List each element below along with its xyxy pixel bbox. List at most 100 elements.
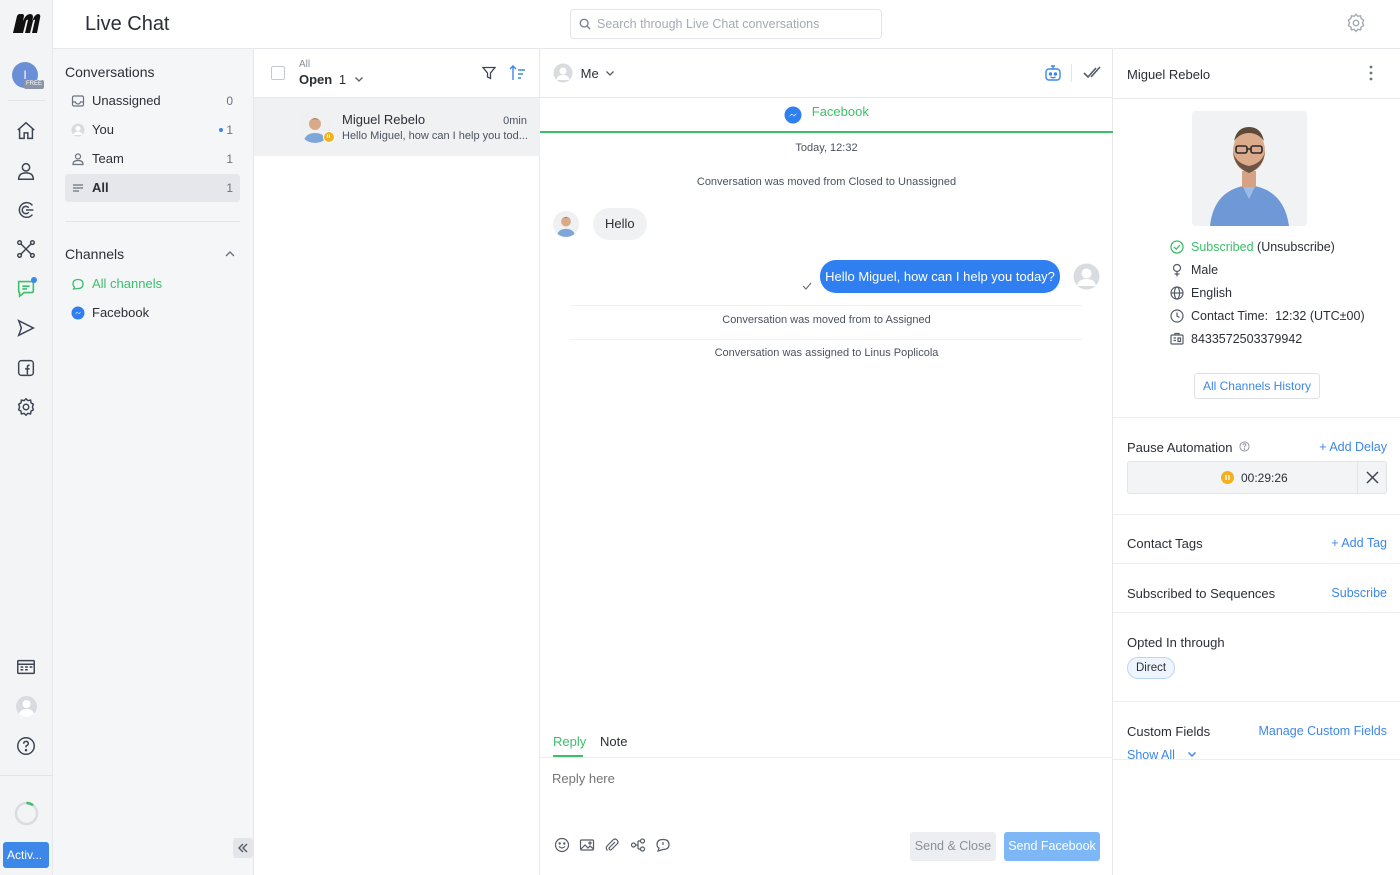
add-delay-link[interactable]: + Add Delay [1319,440,1387,454]
pause-automation-label: Pause Automation [1127,440,1250,455]
automation-icon[interactable] [15,238,37,260]
manage-custom-fields-link[interactable]: Manage Custom Fields [1258,724,1387,738]
page-title: Live Chat [85,13,170,35]
contacts-icon[interactable] [15,160,37,182]
assignee-dropdown[interactable]: Me [553,63,615,83]
opted-in-label: Opted In through [1127,635,1225,650]
send-facebook-button[interactable]: Send Facebook [1004,832,1100,861]
channels-heading: Channels [65,246,125,262]
conversation-name: Miguel Rebelo [342,112,426,127]
help-icon[interactable] [15,735,37,757]
team-icon [71,152,85,166]
messenger-icon [784,106,802,124]
channel-tab-facebook[interactable]: Facebook [540,98,1113,133]
user-avatar-icon[interactable] [16,696,37,717]
chevron-down-icon [354,74,364,84]
quick-reply-icon[interactable] [655,837,671,853]
pause-icon [1221,471,1234,484]
add-tag-link[interactable]: + Add Tag [1331,536,1387,550]
search-input[interactable] [597,10,877,38]
pause-timer-box: 00:29:26 [1127,461,1387,494]
conversation-preview: Hello Miguel, how can I help you tod... [342,130,528,142]
chat-header: Me [540,49,1113,98]
reply-textarea[interactable] [552,771,1100,821]
conversation-row[interactable]: Miguel Rebelo 0min Hello Miguel, how can… [254,98,540,156]
check-circle-icon [1170,240,1184,254]
incoming-message-bubble: Hello [593,208,647,240]
system-message: Conversation was assigned to Linus Popli… [714,347,939,359]
globe-icon [1170,286,1184,300]
nav-item-you[interactable]: You 1 [65,116,240,144]
close-conversation-check-icon[interactable] [1083,64,1103,82]
activate-button[interactable]: Activ... [3,842,49,868]
chat-bubble-icon [71,277,85,291]
contact-photo [1192,111,1307,226]
composer: Reply Note Send & Close Send Facebook [540,725,1113,875]
all-channels-history-button[interactable]: All Channels History [1194,373,1320,399]
growth-tools-icon[interactable] [15,199,37,221]
live-chat-notification-dot [31,277,37,283]
id-card-icon [1170,332,1184,346]
conversations-heading: Conversations [65,64,155,80]
info-icon [1239,441,1250,452]
filter-caption: All [299,59,311,70]
emoji-icon[interactable] [554,837,570,853]
settings-icon[interactable] [15,396,37,418]
contact-name: Miguel Rebelo [1127,67,1211,82]
templates-icon[interactable] [15,656,37,678]
status-dropdown[interactable]: Open 1 [299,72,364,90]
close-icon[interactable] [1365,470,1380,485]
filter-icon[interactable] [481,65,497,81]
date-divider: Today, 12:32 [795,142,858,154]
plan-badge: FREE [24,80,44,89]
left-rail: I FREE Activ... [0,0,53,875]
sort-icon[interactable] [509,64,526,82]
broadcast-icon[interactable] [15,317,37,339]
loading-progress-icon [14,801,39,826]
custom-fields-label: Custom Fields [1127,724,1211,739]
contact-tags-label: Contact Tags [1127,536,1203,551]
system-message: Conversation was moved from Closed to Un… [696,176,957,188]
user-avatar-icon [1073,263,1100,290]
chevron-down-icon [605,68,615,78]
bot-icon[interactable] [1043,63,1063,83]
conversation-time: 0min [503,115,527,127]
subscribe-link[interactable]: Subscribe [1331,586,1387,600]
gear-icon[interactable] [1345,12,1367,34]
tab-note[interactable]: Note [600,734,627,749]
send-close-button[interactable]: Send & Close [910,832,996,861]
sequences-label: Subscribed to Sequences [1127,586,1276,601]
home-icon[interactable] [15,120,37,142]
inbox-icon [71,94,85,108]
flow-icon[interactable] [630,837,646,853]
nav-item-team[interactable]: Team 1 [65,145,240,173]
search-box[interactable] [570,9,882,39]
unread-dot [219,128,223,132]
collapse-sidebar-button[interactable] [233,838,253,858]
clock-icon [1170,309,1184,323]
chevron-up-icon[interactable] [224,248,236,260]
channel-all-channels[interactable]: All channels [65,270,240,298]
user-avatar-icon [71,123,85,137]
facebook-ads-icon[interactable] [15,357,37,379]
more-options-icon[interactable] [1365,64,1377,82]
select-all-checkbox[interactable] [271,66,285,80]
sent-check-icon [802,281,812,291]
image-icon[interactable] [579,837,595,853]
app-logo[interactable] [12,13,41,35]
user-avatar-icon [553,63,573,83]
opted-in-badge: Direct [1127,657,1176,679]
nav-item-all[interactable]: All 1 [65,174,240,202]
chat-pane: Me Facebook Today, 12:32 Conversation wa… [540,49,1113,875]
attachment-icon[interactable] [604,837,620,853]
unsubscribe-link[interactable]: (Unsubscribe) [1257,240,1335,254]
contact-panel: Miguel Rebelo Subscribed (Unsubscribe) M… [1113,49,1400,875]
tab-reply[interactable]: Reply [553,734,586,749]
nav-item-unassigned[interactable]: Unassigned 0 [65,87,240,115]
paused-badge-icon [323,131,335,143]
top-bar: Live Chat [53,0,1400,49]
channel-facebook[interactable]: Facebook [65,299,240,327]
gender-icon [1170,263,1184,277]
list-icon [71,181,85,195]
list-header: All Open 1 [254,49,540,98]
